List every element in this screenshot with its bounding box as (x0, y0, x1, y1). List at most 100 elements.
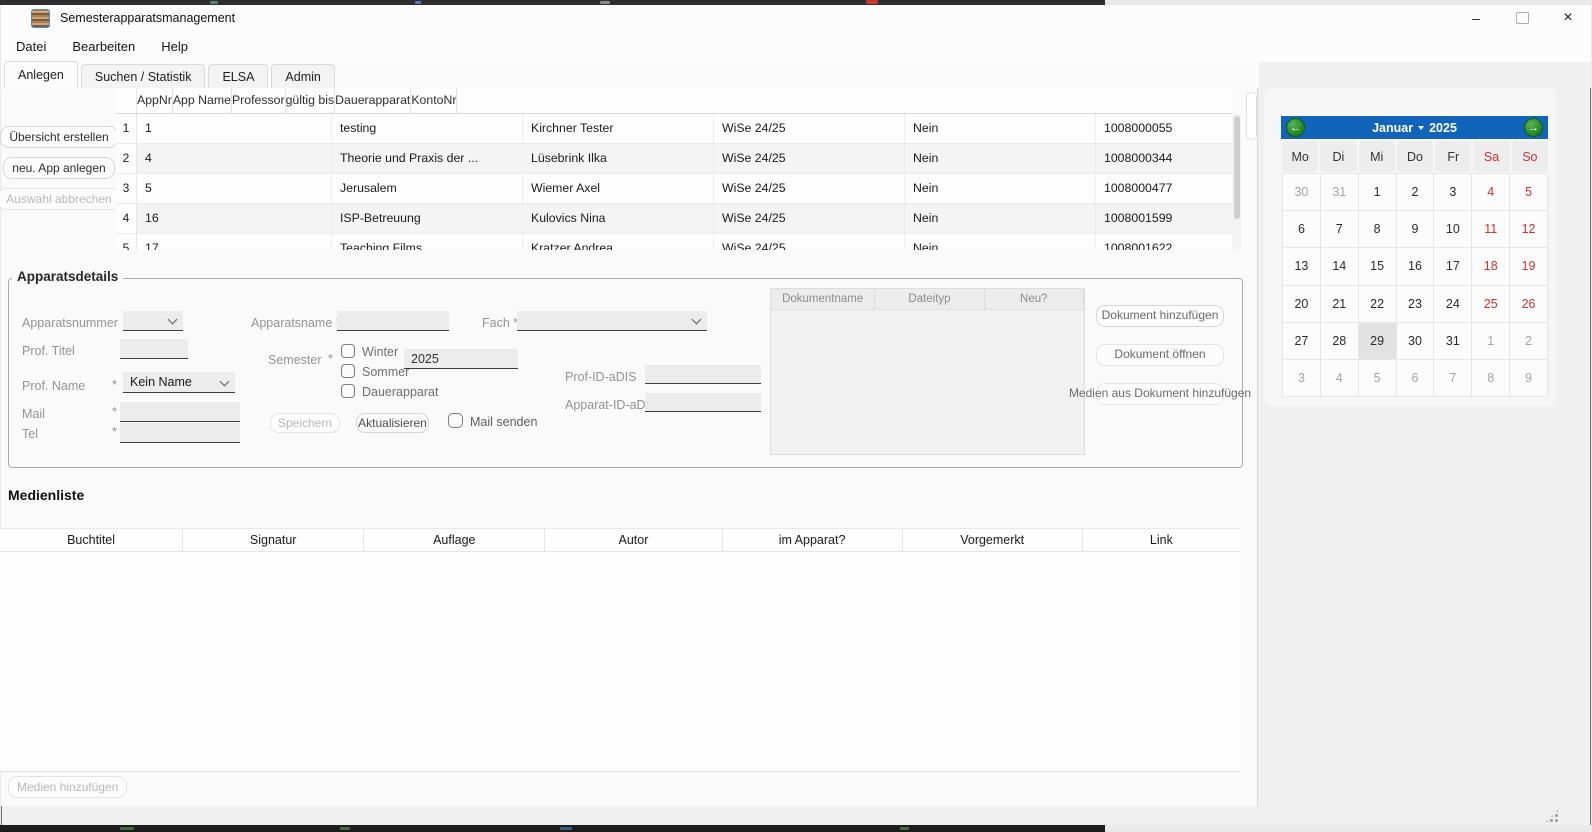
calendar-day[interactable]: 27 (1283, 323, 1320, 359)
sidebar-button[interactable]: neu. App anlegen (3, 157, 114, 179)
menu-item[interactable]: Datei (16, 39, 46, 54)
prof-id-adis-input[interactable] (645, 365, 761, 384)
apps-table-row[interactable]: 4 16 ISP-Betreuung Kulovics Nina WiSe 24… (116, 204, 1232, 234)
calendar-day[interactable]: 4 (1321, 360, 1358, 396)
calendar-day[interactable]: 31 (1321, 174, 1358, 210)
calendar-day[interactable]: 7 (1434, 360, 1471, 396)
calendar-day[interactable]: 14 (1321, 248, 1358, 284)
apps-table-row[interactable]: 5 17 Teaching Films Kratzer Andrea WiSe … (116, 234, 1232, 250)
aktualisieren-button[interactable]: Aktualisieren (356, 413, 429, 433)
tel-input[interactable] (120, 423, 240, 443)
calendar-day[interactable]: 11 (1472, 211, 1509, 247)
calendar-day[interactable]: 3 (1283, 360, 1320, 396)
fach-combobox[interactable] (517, 311, 707, 331)
calendar-day[interactable]: 2 (1510, 323, 1547, 359)
calendar-day[interactable]: 24 (1434, 286, 1471, 322)
semester-year-input[interactable]: 2025 (404, 349, 518, 369)
maximize-button[interactable] (1499, 5, 1545, 31)
apparatsnummer-combobox[interactable] (123, 311, 183, 331)
calendar-day[interactable]: 17 (1434, 248, 1471, 284)
medienliste-column-header[interactable]: Auflage (364, 529, 545, 551)
apparat-id-adis-input[interactable] (645, 393, 761, 412)
scrollbar-thumb[interactable] (1234, 116, 1240, 219)
minimize-button[interactable]: – (1453, 5, 1499, 31)
medienliste-column-header[interactable]: Link (1083, 529, 1240, 551)
page-scrollbar-thumb[interactable] (1246, 92, 1257, 140)
calendar-day[interactable]: 29 (1359, 323, 1396, 359)
prof-name-combobox[interactable]: Kein Name (123, 372, 235, 393)
tab[interactable]: Admin (271, 64, 334, 88)
winter-checkbox[interactable] (341, 344, 355, 358)
calendar-day[interactable]: 20 (1283, 286, 1320, 322)
medienliste-column-header[interactable]: im Apparat? (723, 529, 903, 551)
apps-table-column-header[interactable]: gültig bis (286, 88, 336, 113)
document-action-button[interactable]: Dokument öffnen (1096, 344, 1224, 366)
calendar-day[interactable]: 26 (1510, 286, 1547, 322)
tab[interactable]: Suchen / Statistik (81, 64, 206, 88)
apps-table-column-header[interactable]: AppNr (137, 88, 173, 113)
calendar-day[interactable]: 19 (1510, 248, 1547, 284)
calendar-day[interactable]: 22 (1359, 286, 1396, 322)
menu-item[interactable]: Bearbeiten (72, 39, 135, 54)
speichern-button[interactable]: Speichern (270, 413, 340, 433)
medienliste-column-header[interactable]: Buchtitel (0, 529, 183, 551)
close-button[interactable]: × (1545, 5, 1591, 31)
menu-item[interactable]: Help (161, 39, 188, 54)
calendar-day[interactable]: 21 (1321, 286, 1358, 322)
medien-hinzufuegen-button[interactable]: Medien hinzufügen (8, 776, 127, 798)
calendar-day[interactable]: 1 (1359, 174, 1396, 210)
sidebar-button[interactable]: Übersicht erstellen (0, 126, 117, 148)
calendar-day[interactable]: 15 (1359, 248, 1396, 284)
apps-table-row[interactable]: 2 4 Theorie und Praxis der ... Lüsebrink… (116, 144, 1232, 174)
apps-table-column-header[interactable]: App Name (173, 88, 232, 113)
calendar-day[interactable]: 6 (1283, 211, 1320, 247)
sidebar-button[interactable]: Auswahl abbrechen (0, 188, 121, 210)
sommer-checkbox[interactable] (341, 364, 355, 378)
dauerapparat-checkbox[interactable] (341, 384, 355, 398)
calendar-day[interactable]: 5 (1510, 174, 1547, 210)
calendar-day[interactable]: 8 (1359, 211, 1396, 247)
calendar-day[interactable]: 1 (1472, 323, 1509, 359)
apps-table-row[interactable]: 3 5 Jerusalem Wiemer Axel WiSe 24/25 Nei… (116, 174, 1232, 204)
document-action-button[interactable]: Dokument hinzufügen (1096, 305, 1224, 327)
documents-column-header[interactable]: Dokumentname (771, 289, 875, 309)
apps-table-column-header[interactable]: Dauerapparat (335, 88, 411, 113)
calendar-next-button[interactable]: → (1524, 118, 1543, 137)
calendar-prev-button[interactable]: ← (1286, 118, 1305, 137)
calendar-day[interactable]: 10 (1434, 211, 1471, 247)
documents-column-header[interactable]: Dateityp (875, 289, 984, 309)
apps-table-column-header[interactable]: KontoNr (411, 88, 457, 113)
medienliste-column-header[interactable]: Autor (545, 529, 722, 551)
calendar-day[interactable]: 23 (1397, 286, 1434, 322)
prof-titel-input[interactable] (120, 339, 188, 359)
document-action-button[interactable]: Medien aus Dokument hinzufügen (1096, 383, 1224, 405)
calendar-month-year[interactable]: Januar 2025 (1372, 121, 1457, 135)
calendar-day[interactable]: 28 (1321, 323, 1358, 359)
medienliste-column-header[interactable]: Vorgemerkt (903, 529, 1083, 551)
calendar-day[interactable]: 25 (1472, 286, 1509, 322)
medienliste-column-header[interactable]: Signatur (183, 529, 364, 551)
calendar-day[interactable]: 6 (1397, 360, 1434, 396)
tab[interactable]: Anlegen (4, 61, 78, 88)
calendar-day[interactable]: 18 (1472, 248, 1509, 284)
apps-table-column-header[interactable]: Professor (232, 88, 286, 113)
calendar-day[interactable]: 8 (1472, 360, 1509, 396)
apparatsname-input[interactable] (337, 311, 449, 331)
calendar-day[interactable]: 9 (1510, 360, 1547, 396)
mail-input[interactable] (120, 402, 240, 422)
calendar-day[interactable]: 2 (1397, 174, 1434, 210)
calendar-day[interactable]: 3 (1434, 174, 1471, 210)
calendar-day[interactable]: 12 (1510, 211, 1547, 247)
calendar-day[interactable]: 30 (1283, 174, 1320, 210)
tab[interactable]: ELSA (208, 64, 268, 88)
calendar-day[interactable]: 16 (1397, 248, 1434, 284)
calendar-day[interactable]: 13 (1283, 248, 1320, 284)
calendar-day[interactable]: 7 (1321, 211, 1358, 247)
calendar-day[interactable]: 4 (1472, 174, 1509, 210)
calendar-day[interactable]: 9 (1397, 211, 1434, 247)
apps-table-scrollbar[interactable] (1232, 113, 1241, 250)
mail-senden-checkbox[interactable] (448, 413, 463, 428)
calendar-day[interactable]: 5 (1359, 360, 1396, 396)
calendar-day[interactable]: 30 (1397, 323, 1434, 359)
calendar-day[interactable]: 31 (1434, 323, 1471, 359)
